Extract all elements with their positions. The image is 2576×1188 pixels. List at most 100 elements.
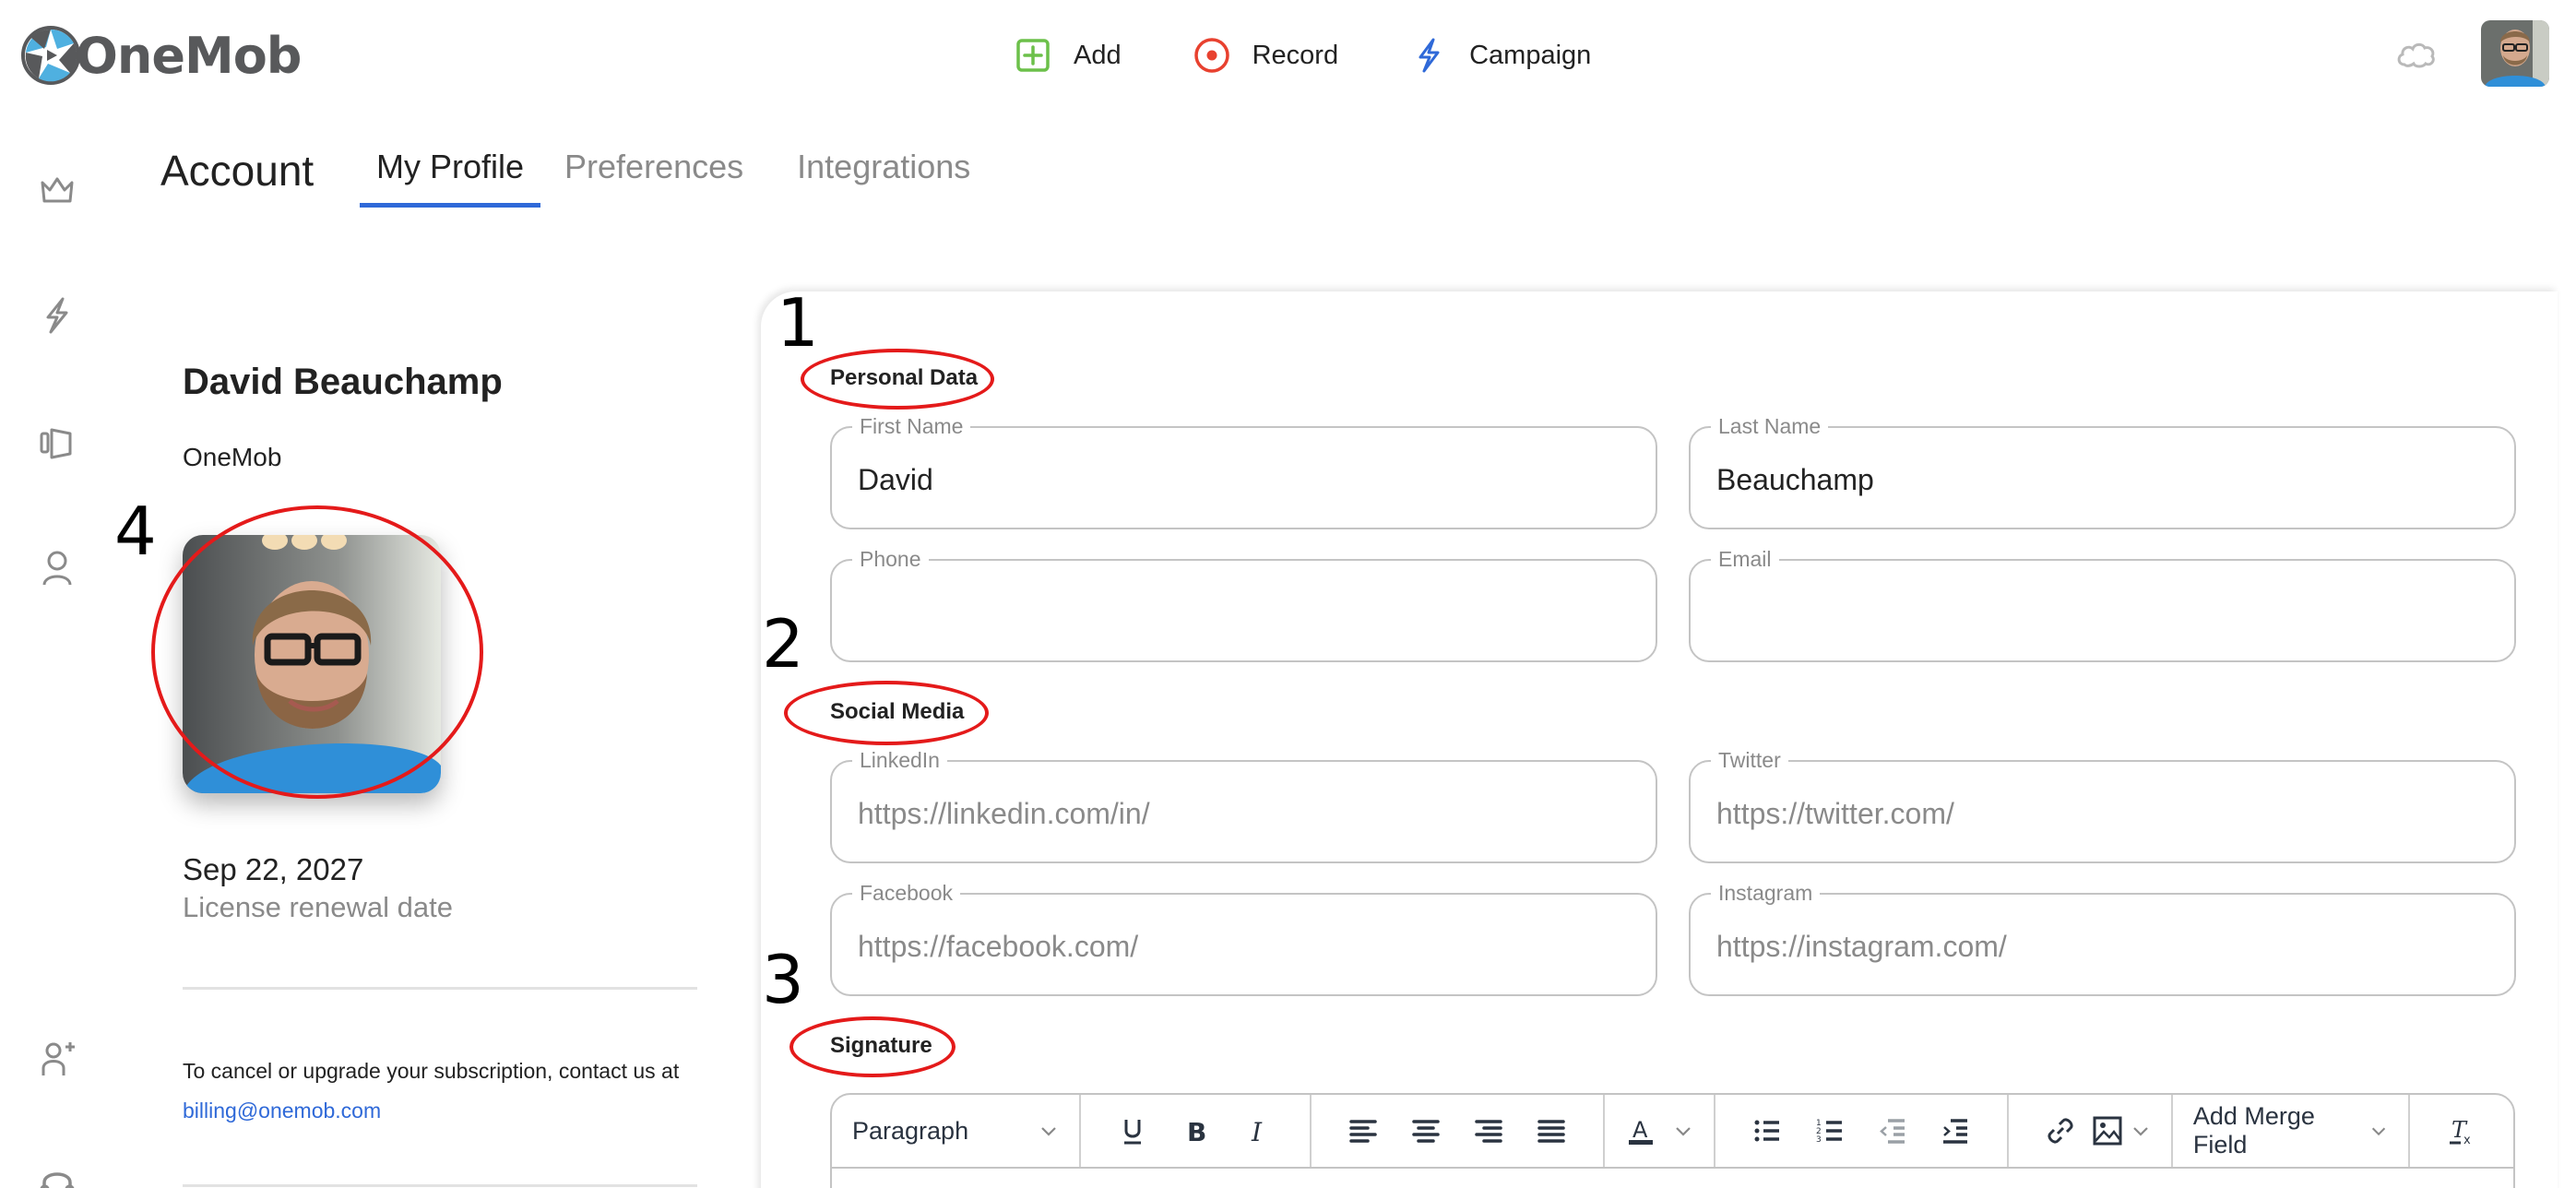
align-right-button[interactable] (1467, 1110, 1510, 1152)
rail-add-user-button[interactable] (37, 1039, 77, 1079)
clear-formatting-button[interactable]: Tx (2440, 1110, 2483, 1152)
tab-preferences[interactable]: Preferences (564, 148, 760, 208)
underline-button[interactable] (1111, 1110, 1154, 1152)
rail-crown-button[interactable] (37, 170, 77, 210)
svg-text:B: B (1187, 1117, 1206, 1146)
align-left-button[interactable] (1342, 1110, 1384, 1152)
annotation-number-1: 1 (777, 284, 819, 362)
block-format-value: Paragraph (852, 1116, 969, 1145)
bullet-list-button[interactable] (1746, 1110, 1788, 1152)
email-field: Email (1689, 547, 2516, 662)
rail-campaign-button[interactable] (37, 295, 77, 336)
indent-button[interactable] (1934, 1110, 1977, 1152)
email-input[interactable] (1716, 596, 2491, 630)
clear-formatting-icon: Tx (2450, 1117, 2471, 1146)
first-name-input[interactable] (858, 463, 1632, 497)
italic-button[interactable]: I (1237, 1110, 1279, 1152)
image-icon (2093, 1116, 2122, 1146)
page-title: Account (160, 147, 315, 195)
top-nav: Add Record Campaign (1015, 28, 1663, 83)
list-group: 123 (1715, 1095, 2009, 1167)
image-select[interactable] (2092, 1115, 2151, 1146)
crown-icon (41, 177, 74, 203)
text-color-group: A (1605, 1095, 1715, 1167)
email-label: Email (1711, 547, 1779, 572)
instagram-input[interactable] (1716, 930, 2491, 964)
divider (183, 987, 697, 990)
library-icon (40, 428, 72, 459)
numbered-list-button[interactable]: 123 (1809, 1110, 1851, 1152)
annotation-number-3: 3 (762, 941, 804, 1018)
chevron-down-icon (2133, 1127, 2148, 1136)
account-tabs: My Profile Preferences Integrations (360, 148, 1024, 208)
facebook-label: Facebook (852, 881, 961, 906)
facebook-field: Facebook (830, 881, 1657, 996)
outdent-button[interactable] (1871, 1110, 1914, 1152)
tab-my-profile[interactable]: My Profile (360, 148, 541, 208)
add-button[interactable]: Add (1015, 37, 1122, 74)
twitter-input[interactable] (1716, 797, 2491, 831)
bold-button[interactable]: B (1174, 1110, 1217, 1152)
align-left-icon (1349, 1120, 1377, 1143)
profile-name: David Beauchamp (183, 362, 503, 402)
user-avatar[interactable] (2481, 20, 2549, 87)
annotation-number-4: 4 (114, 493, 157, 570)
signature-content-area[interactable] (832, 1169, 2513, 1188)
svg-text:I: I (1251, 1117, 1263, 1146)
add-merge-field-label: Add Merge Field (2192, 1102, 2315, 1158)
rail-support-button[interactable] (37, 1164, 77, 1188)
phone-label: Phone (852, 547, 929, 572)
tab-integrations[interactable]: Integrations (797, 148, 987, 208)
text-color-select[interactable]: A (1625, 1115, 1693, 1146)
block-format-select[interactable]: Paragraph (852, 1117, 1059, 1146)
rail-profile-button[interactable] (37, 548, 77, 588)
salesforce-cloud-icon[interactable] (2395, 39, 2436, 68)
first-name-field: First Name (830, 414, 1657, 529)
svg-text:x: x (2463, 1134, 2471, 1146)
align-right-icon (1475, 1120, 1502, 1143)
indent-icon (1942, 1119, 1967, 1144)
annotation-circle-photo (151, 505, 483, 799)
last-name-input[interactable] (1716, 463, 2491, 497)
annotation-circle-social-media (784, 681, 989, 745)
link-button[interactable] (2039, 1110, 2082, 1152)
license-renewal-date: Sep 22, 2027 (183, 852, 364, 886)
rail-library-button[interactable] (37, 422, 77, 463)
instagram-field: Instagram (1689, 881, 2516, 996)
record-label: Record (1252, 40, 1339, 70)
campaign-button[interactable]: Campaign (1410, 37, 1591, 74)
record-button[interactable]: Record (1193, 37, 1339, 74)
svg-text:3: 3 (1816, 1135, 1822, 1145)
align-center-button[interactable] (1405, 1110, 1447, 1152)
annotation-circle-signature (789, 1016, 956, 1077)
chevron-down-icon (2371, 1127, 2386, 1136)
add-merge-field-select[interactable]: Add Merge Field (2193, 1102, 2388, 1159)
billing-note: To cancel or upgrade your subscription, … (183, 1051, 699, 1131)
phone-input[interactable] (858, 596, 1632, 630)
user-icon (42, 551, 72, 586)
clear-format-group: Tx (2410, 1095, 2513, 1167)
justify-button[interactable] (1530, 1110, 1573, 1152)
lightning-icon (1419, 38, 1440, 73)
outdent-icon (1880, 1119, 1905, 1144)
bold-icon: B (1187, 1117, 1206, 1146)
record-icon (1193, 38, 1229, 73)
lightning-icon (46, 297, 68, 334)
justify-icon (1537, 1120, 1565, 1143)
link-icon (2048, 1118, 2073, 1144)
billing-email-link[interactable]: billing@onemob.com (183, 1099, 381, 1123)
alignment-group (1312, 1095, 1605, 1167)
profile-company: OneMob (183, 443, 282, 471)
editor-toolbar: Paragraph B I A 1 2 3 Add Merge Field T … (832, 1095, 2513, 1169)
insert-group (2009, 1095, 2173, 1167)
twitter-label: Twitter (1711, 748, 1788, 773)
add-label: Add (1074, 40, 1122, 70)
facebook-input[interactable] (858, 930, 1632, 964)
instagram-label: Instagram (1711, 881, 1821, 906)
campaign-label: Campaign (1469, 40, 1592, 70)
numbered-list-icon: 123 (1816, 1119, 1842, 1145)
onemob-logo[interactable]: OneMob (20, 24, 302, 87)
italic-icon: I (1251, 1117, 1263, 1146)
align-center-icon (1412, 1120, 1440, 1143)
linkedin-input[interactable] (858, 797, 1632, 831)
